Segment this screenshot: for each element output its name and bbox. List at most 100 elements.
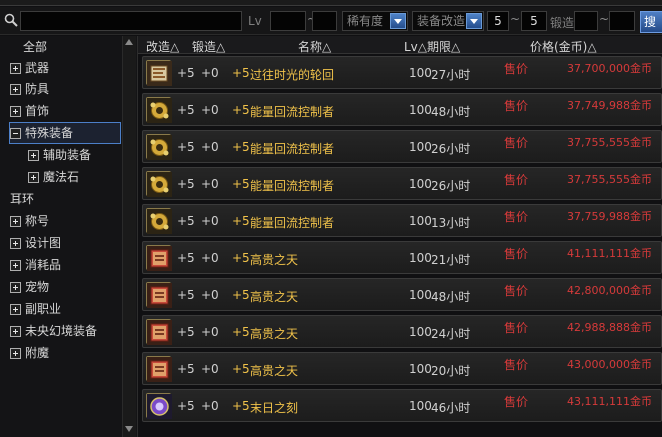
chevron-down-icon[interactable] xyxy=(466,13,482,29)
enhance-cell: +5 xyxy=(177,103,195,117)
table-row[interactable]: +5 +0 +5 末日之刻 100 46小时 售价 43,111,111金币 xyxy=(142,389,662,422)
table-row[interactable]: +5 +0 +5 高贵之天 100 48小时 售价 42,800,000金币 xyxy=(142,278,662,311)
lv-label: Lv xyxy=(248,14,262,28)
expand-icon[interactable] xyxy=(10,63,21,74)
lv-min-input[interactable] xyxy=(270,11,306,31)
enhance-cell: +5 xyxy=(177,288,195,302)
sidebar-item[interactable]: 副职业 xyxy=(10,299,120,319)
enhance-min-input[interactable]: 5 xyxy=(487,11,509,31)
expand-icon[interactable] xyxy=(10,282,21,293)
gear-icon[interactable] xyxy=(146,97,172,123)
sell-label: 售价 xyxy=(504,173,529,187)
expand-icon[interactable] xyxy=(28,150,39,161)
sidebar-item[interactable]: 消耗品 xyxy=(10,255,120,275)
sidebar-item[interactable]: 防具 xyxy=(10,79,120,99)
period-cell: 48小时 xyxy=(431,290,471,304)
sidebar-item[interactable]: 首饰 xyxy=(10,101,120,121)
collapse-icon[interactable] xyxy=(10,128,21,139)
period-cell: 20小时 xyxy=(431,364,471,378)
period-cell: 26小时 xyxy=(431,179,471,193)
table-row[interactable]: +5 +0 +5 能量回流控制者 100 48小时 售价 37,749,988金币 xyxy=(142,93,662,126)
table-row[interactable]: +5 +0 +5 能量回流控制者 100 26小时 售价 37,755,555金币 xyxy=(142,130,662,163)
name-prefix: +5 xyxy=(232,362,250,376)
forge-min-input[interactable] xyxy=(574,11,598,31)
lv-cell: 100 xyxy=(409,362,432,376)
forge-cell: +0 xyxy=(201,325,219,339)
sell-label: 售价 xyxy=(504,62,529,76)
lv-cell: 100 xyxy=(409,103,432,117)
expand-icon[interactable] xyxy=(10,348,21,359)
sell-label: 售价 xyxy=(504,99,529,113)
rarity-select[interactable]: 稀有度 xyxy=(342,11,408,31)
period-cell: 46小时 xyxy=(431,401,471,415)
gear-icon[interactable] xyxy=(146,134,172,160)
period-cell: 21小时 xyxy=(431,253,471,267)
gear-icon[interactable] xyxy=(146,208,172,234)
expand-icon[interactable] xyxy=(10,260,21,271)
sidebar-item[interactable]: 特殊装备 xyxy=(9,122,121,144)
lv-max-input[interactable] xyxy=(312,11,337,31)
expand-icon[interactable] xyxy=(28,172,39,183)
name-prefix: +5 xyxy=(232,251,250,265)
sidebar-item[interactable]: 全部 xyxy=(10,37,120,57)
table-row[interactable]: +5 +0 +5 能量回流控制者 100 26小时 售价 37,755,555金币 xyxy=(142,167,662,200)
header-price[interactable]: 价格(金币)△ xyxy=(530,38,597,55)
sidebar-item[interactable]: 耳环 xyxy=(10,189,120,209)
period-cell: 26小时 xyxy=(431,142,471,156)
sidebar-scrollbar[interactable] xyxy=(122,36,136,437)
sidebar-item[interactable]: 附魔 xyxy=(10,343,120,363)
scroll-down-icon[interactable] xyxy=(124,425,134,433)
sidebar-item[interactable]: 辅助装备 xyxy=(28,145,120,165)
expand-icon[interactable] xyxy=(10,84,21,95)
table-row[interactable]: +5 +0 +5 高贵之天 100 24小时 售价 42,988,888金币 xyxy=(142,315,662,348)
tome-icon[interactable] xyxy=(146,319,172,345)
orb-icon[interactable] xyxy=(146,393,172,419)
enhance-cell: +5 xyxy=(177,325,195,339)
book-icon[interactable] xyxy=(146,60,172,86)
table-row[interactable]: +5 +0 +5 高贵之天 100 20小时 售价 43,000,000金币 xyxy=(142,352,662,385)
period-cell: 13小时 xyxy=(431,216,471,230)
tome-icon[interactable] xyxy=(146,245,172,271)
gear-icon[interactable] xyxy=(146,171,172,197)
expand-icon[interactable] xyxy=(10,326,21,337)
item-name: 末日之刻 xyxy=(250,401,299,415)
expand-icon[interactable] xyxy=(10,106,21,117)
header-name[interactable]: 名称△ xyxy=(298,38,331,55)
sidebar-item[interactable]: 宠物 xyxy=(10,277,120,297)
table-row[interactable]: +5 +0 +5 过往时光的轮回 100 27小时 售价 37,700,000金币 xyxy=(142,56,662,89)
expand-icon[interactable] xyxy=(10,238,21,249)
sidebar-item-label: 武器 xyxy=(25,61,50,75)
name-prefix: +5 xyxy=(232,140,250,154)
sidebar-item[interactable]: 武器 xyxy=(10,58,120,78)
tome-icon[interactable] xyxy=(146,356,172,382)
expand-icon[interactable] xyxy=(10,216,21,227)
item-name: 能量回流控制者 xyxy=(250,142,335,156)
table-row[interactable]: +5 +0 +5 高贵之天 100 21小时 售价 41,111,111金币 xyxy=(142,241,662,274)
price-cell: 42,988,888金币 xyxy=(567,321,652,334)
sidebar-item[interactable]: 设计图 xyxy=(10,233,120,253)
sidebar-item-label: 未央幻境装备 xyxy=(25,324,98,338)
enhance-select[interactable]: 装备改造 xyxy=(412,11,484,31)
search-button[interactable]: 搜 xyxy=(640,11,662,33)
header-enhance[interactable]: 改造△ xyxy=(146,38,179,55)
forge-range-separator: ~ xyxy=(599,12,610,26)
enhance-max-input[interactable]: 5 xyxy=(521,11,547,31)
sidebar-item-label: 魔法石 xyxy=(43,170,80,184)
scroll-up-icon[interactable] xyxy=(124,38,134,46)
price-cell: 37,755,555金币 xyxy=(567,173,652,186)
search-input[interactable] xyxy=(20,11,242,31)
sidebar-item[interactable]: 未央幻境装备 xyxy=(10,321,120,341)
lv-cell: 100 xyxy=(409,214,432,228)
sidebar-item[interactable]: 称号 xyxy=(10,211,120,231)
header-forge[interactable]: 锻造△ xyxy=(192,38,225,55)
table-row[interactable]: +5 +0 +5 能量回流控制者 100 13小时 售价 37,759,988金币 xyxy=(142,204,662,237)
expand-icon[interactable] xyxy=(10,304,21,315)
tome-icon[interactable] xyxy=(146,282,172,308)
price-cell: 43,111,111金币 xyxy=(567,395,652,408)
sell-label: 售价 xyxy=(504,284,529,298)
chevron-down-icon[interactable] xyxy=(390,13,406,29)
sidebar-item-label: 附魔 xyxy=(25,346,50,360)
sidebar-item[interactable]: 魔法石 xyxy=(28,167,120,187)
header-lv-period[interactable]: Lv△期限△ xyxy=(404,38,460,55)
forge-max-input[interactable] xyxy=(609,11,635,31)
